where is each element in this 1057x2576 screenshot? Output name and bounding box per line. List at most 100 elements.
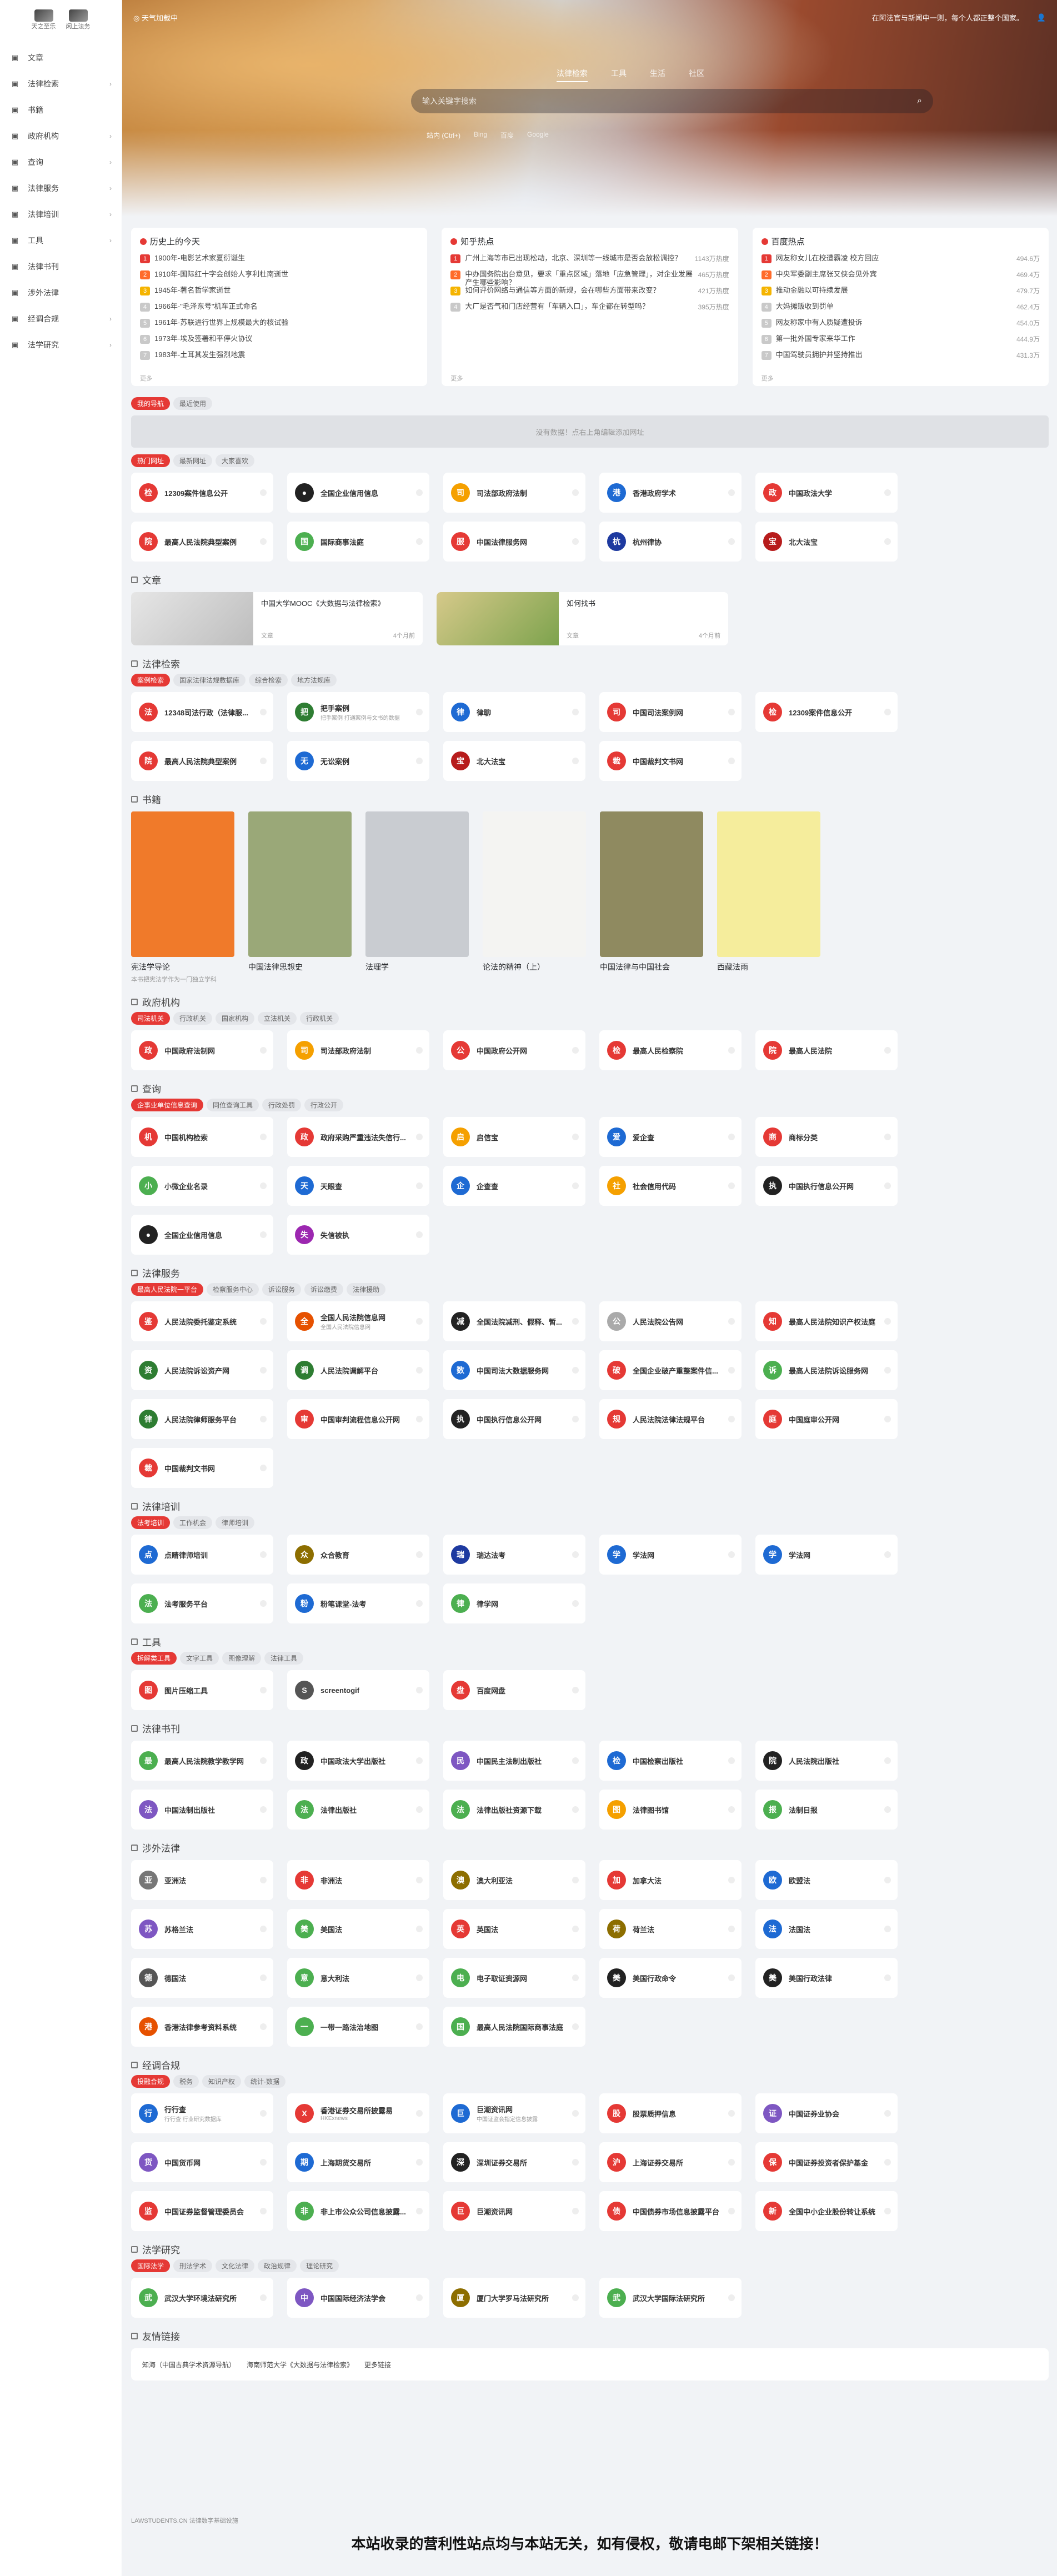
sidebar-item[interactable]: ▣ 法律培训 ›: [0, 201, 122, 227]
sidebar-item[interactable]: ▣ 文章: [0, 44, 122, 71]
more-link[interactable]: 更多: [140, 374, 152, 383]
search-tab[interactable]: 法律检索: [557, 68, 588, 82]
arrow-icon[interactable]: [416, 1416, 423, 1422]
site-card[interactable]: 荷荷兰法: [599, 1909, 742, 1949]
site-card[interactable]: 院最高人民法院: [755, 1030, 898, 1070]
arrow-icon[interactable]: [416, 1757, 423, 1764]
site-card[interactable]: 一一带一路法治地图: [287, 2007, 429, 2047]
site-card[interactable]: 法法律出版社资源下载: [443, 1790, 585, 1830]
arrow-icon[interactable]: [884, 2208, 891, 2214]
arrow-icon[interactable]: [260, 1600, 267, 1607]
more-link[interactable]: 更多: [762, 374, 774, 383]
arrow-icon[interactable]: [572, 2294, 579, 2301]
arrow-icon[interactable]: [260, 489, 267, 496]
arrow-icon[interactable]: [572, 489, 579, 496]
arrow-icon[interactable]: [572, 758, 579, 764]
arrow-icon[interactable]: [884, 1877, 891, 1883]
arrow-icon[interactable]: [260, 2159, 267, 2166]
news-ticker[interactable]: 在阿法官与新闻中一则，每个人都正整个国家。: [872, 12, 1024, 23]
site-card[interactable]: 苏苏格兰法: [131, 1909, 273, 1949]
site-card[interactable]: 裁中国裁判文书网: [131, 1448, 273, 1488]
site-card[interactable]: 公中国政府公开网: [443, 1030, 585, 1070]
arrow-icon[interactable]: [572, 1600, 579, 1607]
hot-list-item[interactable]: 1 广州上海等市已出现松动，北京、深圳等一线城市是否会放松调控？ 1143万热度: [450, 254, 729, 270]
arrow-icon[interactable]: [260, 1047, 267, 1054]
site-card[interactable]: 失失信被执: [287, 1215, 429, 1255]
hot-list-item[interactable]: 1 1900年-电影艺术家夏衍诞生: [140, 254, 418, 270]
site-card[interactable]: 庭中国庭审公开网: [755, 1399, 898, 1439]
arrow-icon[interactable]: [260, 1231, 267, 1238]
site-card[interactable]: 天天眼查: [287, 1166, 429, 1206]
hot-list-item[interactable]: 3 如何评价网络与通信等方面的新规，会在哪些方面带来改变？ 421万热度: [450, 286, 729, 302]
book-card[interactable]: 论法的精神（上）: [483, 811, 586, 984]
arrow-icon[interactable]: [416, 1600, 423, 1607]
site-card[interactable]: 新全国中小企业股份转让系统: [755, 2191, 898, 2231]
site-card[interactable]: 学学法网: [755, 1535, 898, 1575]
category-tab[interactable]: 司法机关: [131, 1012, 171, 1025]
site-card[interactable]: 小小微企业名录: [131, 1166, 273, 1206]
category-tab[interactable]: 立法机关: [258, 1012, 297, 1025]
category-tab[interactable]: 拆解类工具: [131, 1652, 177, 1665]
site-card[interactable]: 规人民法院法律法规平台: [599, 1399, 742, 1439]
arrow-icon[interactable]: [884, 1806, 891, 1813]
site-card[interactable]: 意意大利法: [287, 1958, 429, 1998]
arrow-icon[interactable]: [260, 1134, 267, 1140]
arrow-icon[interactable]: [260, 1465, 267, 1471]
arrow-icon[interactable]: [572, 1182, 579, 1189]
arrow-icon[interactable]: [260, 2294, 267, 2301]
arrow-icon[interactable]: [728, 1974, 735, 1981]
arrow-icon[interactable]: [728, 709, 735, 715]
site-card[interactable]: 律人民法院律师服务平台: [131, 1399, 273, 1439]
category-tab[interactable]: 行政机关: [300, 1012, 339, 1025]
site-card[interactable]: Sscreentogif: [287, 1670, 429, 1710]
arrow-icon[interactable]: [728, 1551, 735, 1558]
site-card[interactable]: 民中国民主法制出版社: [443, 1741, 585, 1781]
site-card[interactable]: 最最高人民法院教学教学网: [131, 1741, 273, 1781]
category-tab[interactable]: 诉讼缴费: [304, 1283, 344, 1296]
category-tab[interactable]: 刑法学术: [173, 2259, 213, 2272]
engine-option[interactable]: Google: [527, 131, 549, 140]
arrow-icon[interactable]: [416, 2023, 423, 2030]
arrow-icon[interactable]: [884, 2110, 891, 2117]
arrow-icon[interactable]: [884, 1367, 891, 1374]
site-card[interactable]: 法 12348司法行政（法律服...: [131, 692, 273, 732]
arrow-icon[interactable]: [884, 1134, 891, 1140]
arrow-icon[interactable]: [572, 1318, 579, 1325]
arrow-icon[interactable]: [260, 1687, 267, 1693]
site-card[interactable]: 国最高人民法院国际商事法庭: [443, 2007, 585, 2047]
category-tab[interactable]: 统计·数据: [244, 2075, 286, 2088]
arrow-icon[interactable]: [416, 1182, 423, 1189]
site-card[interactable]: 检最高人民检察院: [599, 1030, 742, 1070]
category-tab[interactable]: 热门网址: [131, 454, 171, 467]
sidebar-item[interactable]: ▣ 涉外法律: [0, 279, 122, 305]
sidebar-item[interactable]: ▣ 法律服务 ›: [0, 175, 122, 201]
category-tab[interactable]: 国家机构: [216, 1012, 255, 1025]
category-tab[interactable]: 综合检索: [249, 674, 288, 686]
site-card[interactable]: 港香港法律参考资料系统: [131, 2007, 273, 2047]
site-card[interactable]: 厦厦门大学罗马法研究所: [443, 2278, 585, 2318]
site-card[interactable]: 行行行查 行行查 行业研究数据库: [131, 2093, 273, 2133]
site-card[interactable]: 资人民法院诉讼资产网: [131, 1350, 273, 1390]
arrow-icon[interactable]: [572, 2208, 579, 2214]
site-card[interactable]: 调人民法院调解平台: [287, 1350, 429, 1390]
site-card[interactable]: 中中国国际经济法学会: [287, 2278, 429, 2318]
arrow-icon[interactable]: [260, 1757, 267, 1764]
category-tab[interactable]: 同位查询工具: [207, 1099, 259, 1111]
site-card[interactable]: 宝北大法宝: [443, 741, 585, 781]
arrow-icon[interactable]: [416, 1231, 423, 1238]
search-input[interactable]: [422, 97, 918, 106]
category-tab[interactable]: 诉讼服务: [262, 1283, 302, 1296]
site-card[interactable]: 学学法网: [599, 1535, 742, 1575]
arrow-icon[interactable]: [884, 2159, 891, 2166]
site-card[interactable]: 保中国证券投资者保护基金: [755, 2142, 898, 2182]
arrow-icon[interactable]: [416, 489, 423, 496]
site-card[interactable]: 粉粉笔课堂-法考: [287, 1583, 429, 1623]
sidebar-item[interactable]: ▣ 政府机构 ›: [0, 123, 122, 149]
category-tab[interactable]: 国家法律法规数据库: [173, 674, 246, 686]
site-card[interactable]: 深深圳证券交易所: [443, 2142, 585, 2182]
book-card[interactable]: 中国法律与中国社会: [600, 811, 703, 984]
arrow-icon[interactable]: [728, 1926, 735, 1932]
hot-list-item[interactable]: 3 1945年-著名哲学家逝世: [140, 286, 418, 302]
arrow-icon[interactable]: [416, 1974, 423, 1981]
site-card[interactable]: 律律聊: [443, 692, 585, 732]
